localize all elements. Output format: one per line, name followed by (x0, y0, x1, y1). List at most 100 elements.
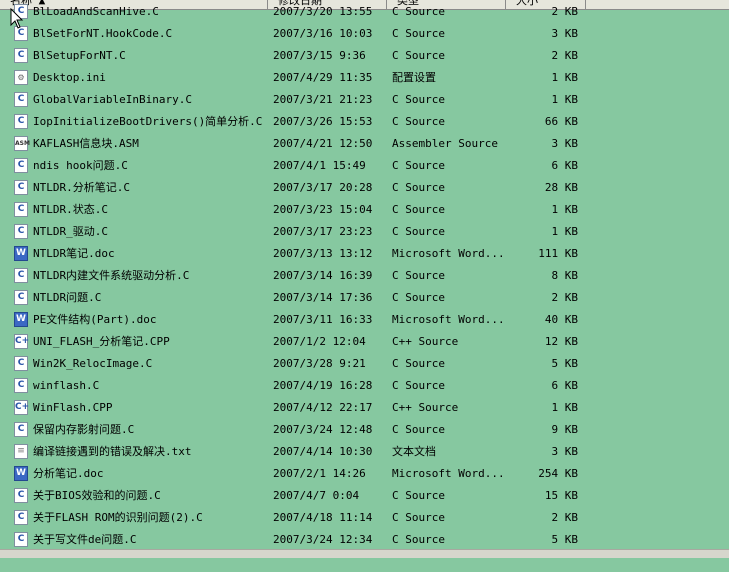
file-date-modified: 2007/3/13 13:12 (273, 247, 373, 260)
file-row[interactable]: C NTLDR内建文件系统驱动分析.C 2007/3/14 16:39 C Sourc… (0, 265, 729, 287)
file-name: NTLDR.状态.C (33, 203, 108, 216)
file-row[interactable]: C 保留内存影射问题.C 2007/3/24 12:48 C Source 9 KB (0, 419, 729, 441)
mouse-cursor-icon (10, 8, 24, 29)
c-file-icon: C (14, 378, 28, 393)
file-type: C Source (392, 115, 445, 128)
file-type: C Source (392, 225, 445, 238)
word-file-icon: W (14, 312, 28, 327)
file-type: C Source (392, 181, 445, 194)
file-size: 15 KB (544, 489, 578, 502)
file-type: C Source (392, 291, 445, 304)
file-row[interactable]: W NTLDR笔记.doc 2007/3/13 13:12 Microsoft Wor… (0, 243, 729, 265)
file-size: 111 KB (538, 247, 578, 260)
file-date-modified: 2007/4/12 22:17 (273, 401, 373, 414)
file-date-modified: 2007/3/17 23:23 (273, 225, 373, 238)
file-row[interactable]: C GlobalVariableInBinary.C 2007/3/21 21:23… (0, 89, 729, 111)
c-file-icon: C (14, 488, 28, 503)
file-row[interactable]: Cndis hook问题.C 2007/4/1 15:49 C Source 6 KB (0, 155, 729, 177)
c-file-icon: C (14, 356, 28, 371)
file-name: 关于BIOS效验和的问题.C (33, 489, 161, 502)
file-date-modified: 2007/3/15 9:36 (273, 49, 366, 62)
c-file-icon: C (14, 92, 28, 107)
file-row[interactable]: C+ WinFlash.CPP 2007/4/12 22:17 C++ Source 1… (0, 397, 729, 419)
file-name: ndis hook问题.C (33, 159, 128, 172)
file-row[interactable]: C IopInitializeBootDrivers()简单分析.C 2007/3/… (0, 111, 729, 133)
c-file-icon: C (14, 422, 28, 437)
file-name: NTLDR.分析笔记.C (33, 181, 130, 194)
cpp-file-icon: C+ (14, 400, 29, 415)
file-size: 2 KB (551, 291, 579, 304)
file-row[interactable]: C 关于BIOS效验和的问题.C 2007/4/7 0:04 C Source 15 K… (0, 485, 729, 507)
file-row[interactable]: W 分析笔记.doc 2007/2/1 14:26 Microsoft Word...… (0, 463, 729, 485)
word-file-icon: W (14, 246, 28, 261)
file-type: C Source (392, 93, 445, 106)
file-type: C Source (392, 49, 445, 62)
file-name: NTLDR内建文件系统驱动分析.C (33, 269, 190, 282)
file-row[interactable]: C NTLDR问题.C 2007/3/14 17:36 C Source 2 KB (0, 287, 729, 309)
file-size: 3 KB (551, 27, 579, 40)
file-name: NTLDR问题.C (33, 291, 102, 304)
file-type: 文本文档 (392, 445, 436, 458)
file-row[interactable]: C NTLDR.分析笔记.C 2007/3/17 20:28 C Source 28 K… (0, 177, 729, 199)
file-row[interactable]: C BlSetupForNT.C 2007/3/15 9:36 C Source 2 K… (0, 45, 729, 67)
file-date-modified: 2007/3/11 16:33 (273, 313, 373, 326)
file-size: 1 KB (551, 93, 579, 106)
file-size: 40 KB (544, 313, 578, 326)
file-row[interactable]: C BlSetForNT.HookCode.C 2007/3/16 10:03 C S… (0, 23, 729, 45)
file-type: C Source (392, 379, 445, 392)
file-size: 12 KB (544, 335, 578, 348)
c-file-icon: C (14, 532, 28, 547)
file-size: 9 KB (551, 423, 579, 436)
file-row[interactable]: C BlLoadAndScanHive.C 2007/3/20 13:55 C Sou… (0, 1, 729, 23)
file-row[interactable]: C 关于写文件de问题.C 2007/3/24 12:34 C Source 5 KB (0, 529, 729, 551)
file-row[interactable]: C Win2K_RelocImage.C 2007/3/28 9:21 C Sourc… (0, 353, 729, 375)
file-size: 2 KB (551, 5, 579, 18)
file-row[interactable]: ⚙ Desktop.ini 2007/4/29 11:35 配置设置 1 KB (0, 67, 729, 89)
file-size: 3 KB (551, 445, 579, 458)
file-date-modified: 2007/4/21 12:50 (273, 137, 373, 150)
file-row[interactable]: ≡ 编译链接遇到的错误及解决.txt 2007/4/14 10:30 文本文档 3 KB (0, 441, 729, 463)
file-type: C Source (392, 159, 445, 172)
file-row[interactable]: C NTLDR_驱动.C 2007/3/17 23:23 C Source 1 KB (0, 221, 729, 243)
file-size: 2 KB (551, 511, 579, 524)
file-type: C Source (392, 27, 445, 40)
file-date-modified: 2007/3/23 15:04 (273, 203, 373, 216)
file-date-modified: 2007/3/24 12:48 (273, 423, 373, 436)
file-name: BlSetForNT.HookCode.C (33, 27, 173, 40)
file-name: BlSetupForNT.C (33, 49, 126, 62)
file-date-modified: 2007/4/14 10:30 (273, 445, 373, 458)
file-type: C Source (392, 5, 445, 18)
c-file-icon: C (14, 48, 28, 63)
file-row[interactable]: C+ UNI_FLASH_分析笔记.CPP 2007/1/2 12:04 C++ So… (0, 331, 729, 353)
file-type: C Source (392, 511, 445, 524)
file-type: C Source (392, 203, 445, 216)
c-file-icon: C (14, 114, 28, 129)
file-name: NTLDR_驱动.C (33, 225, 108, 238)
file-size: 1 KB (551, 203, 579, 216)
file-date-modified: 2007/4/1 15:49 (273, 159, 366, 172)
file-row[interactable]: W PE文件结构(Part).doc 2007/3/11 16:33 Microsof… (0, 309, 729, 331)
file-type: Microsoft Word... (392, 313, 505, 326)
file-date-modified: 2007/3/20 13:55 (273, 5, 373, 18)
file-type: Assembler Source (392, 137, 498, 150)
c-file-icon: C (14, 224, 28, 239)
horizontal-scrollbar[interactable] (0, 549, 729, 558)
file-name: PE文件结构(Part).doc (33, 313, 157, 326)
file-name: 保留内存影射问题.C (33, 423, 135, 436)
file-name: 关于FLASH ROM的识别问题(2).C (33, 511, 203, 524)
file-row[interactable]: C 关于FLASH ROM的识别问题(2).C 2007/4/18 11:14 C S… (0, 507, 729, 529)
file-name: 分析笔记.doc (33, 467, 104, 480)
file-date-modified: 2007/3/24 12:34 (273, 533, 373, 546)
file-date-modified: 2007/4/7 0:04 (273, 489, 360, 502)
file-date-modified: 2007/3/26 15:53 (273, 115, 373, 128)
file-size: 5 KB (551, 357, 579, 370)
file-size: 66 KB (544, 115, 578, 128)
file-name: UNI_FLASH_分析笔记.CPP (33, 335, 170, 348)
file-row[interactable]: C NTLDR.状态.C 2007/3/23 15:04 C Source 1 KB (0, 199, 729, 221)
file-name: WinFlash.CPP (33, 401, 113, 414)
file-size: 1 KB (551, 71, 579, 84)
file-row[interactable]: ASM KAFLASH信息块.ASM 2007/4/21 12:50 Assemble… (0, 133, 729, 155)
file-size: 6 KB (551, 379, 579, 392)
file-size: 6 KB (551, 159, 579, 172)
file-row[interactable]: Cwinflash.C 2007/4/19 16:28 C Source 6 KB (0, 375, 729, 397)
